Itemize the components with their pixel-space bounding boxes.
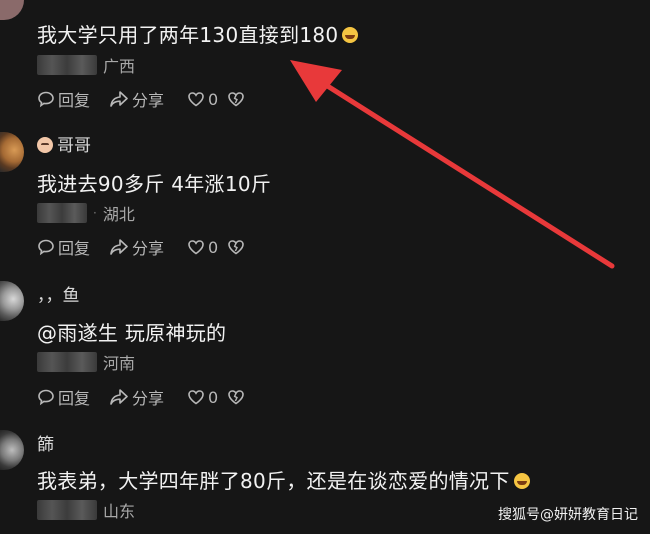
arrow-head [290, 60, 342, 102]
watermark: 搜狐号@妍妍教育日记 [498, 507, 638, 523]
annotation-arrow [290, 60, 615, 269]
arrow-shaft [315, 77, 615, 269]
